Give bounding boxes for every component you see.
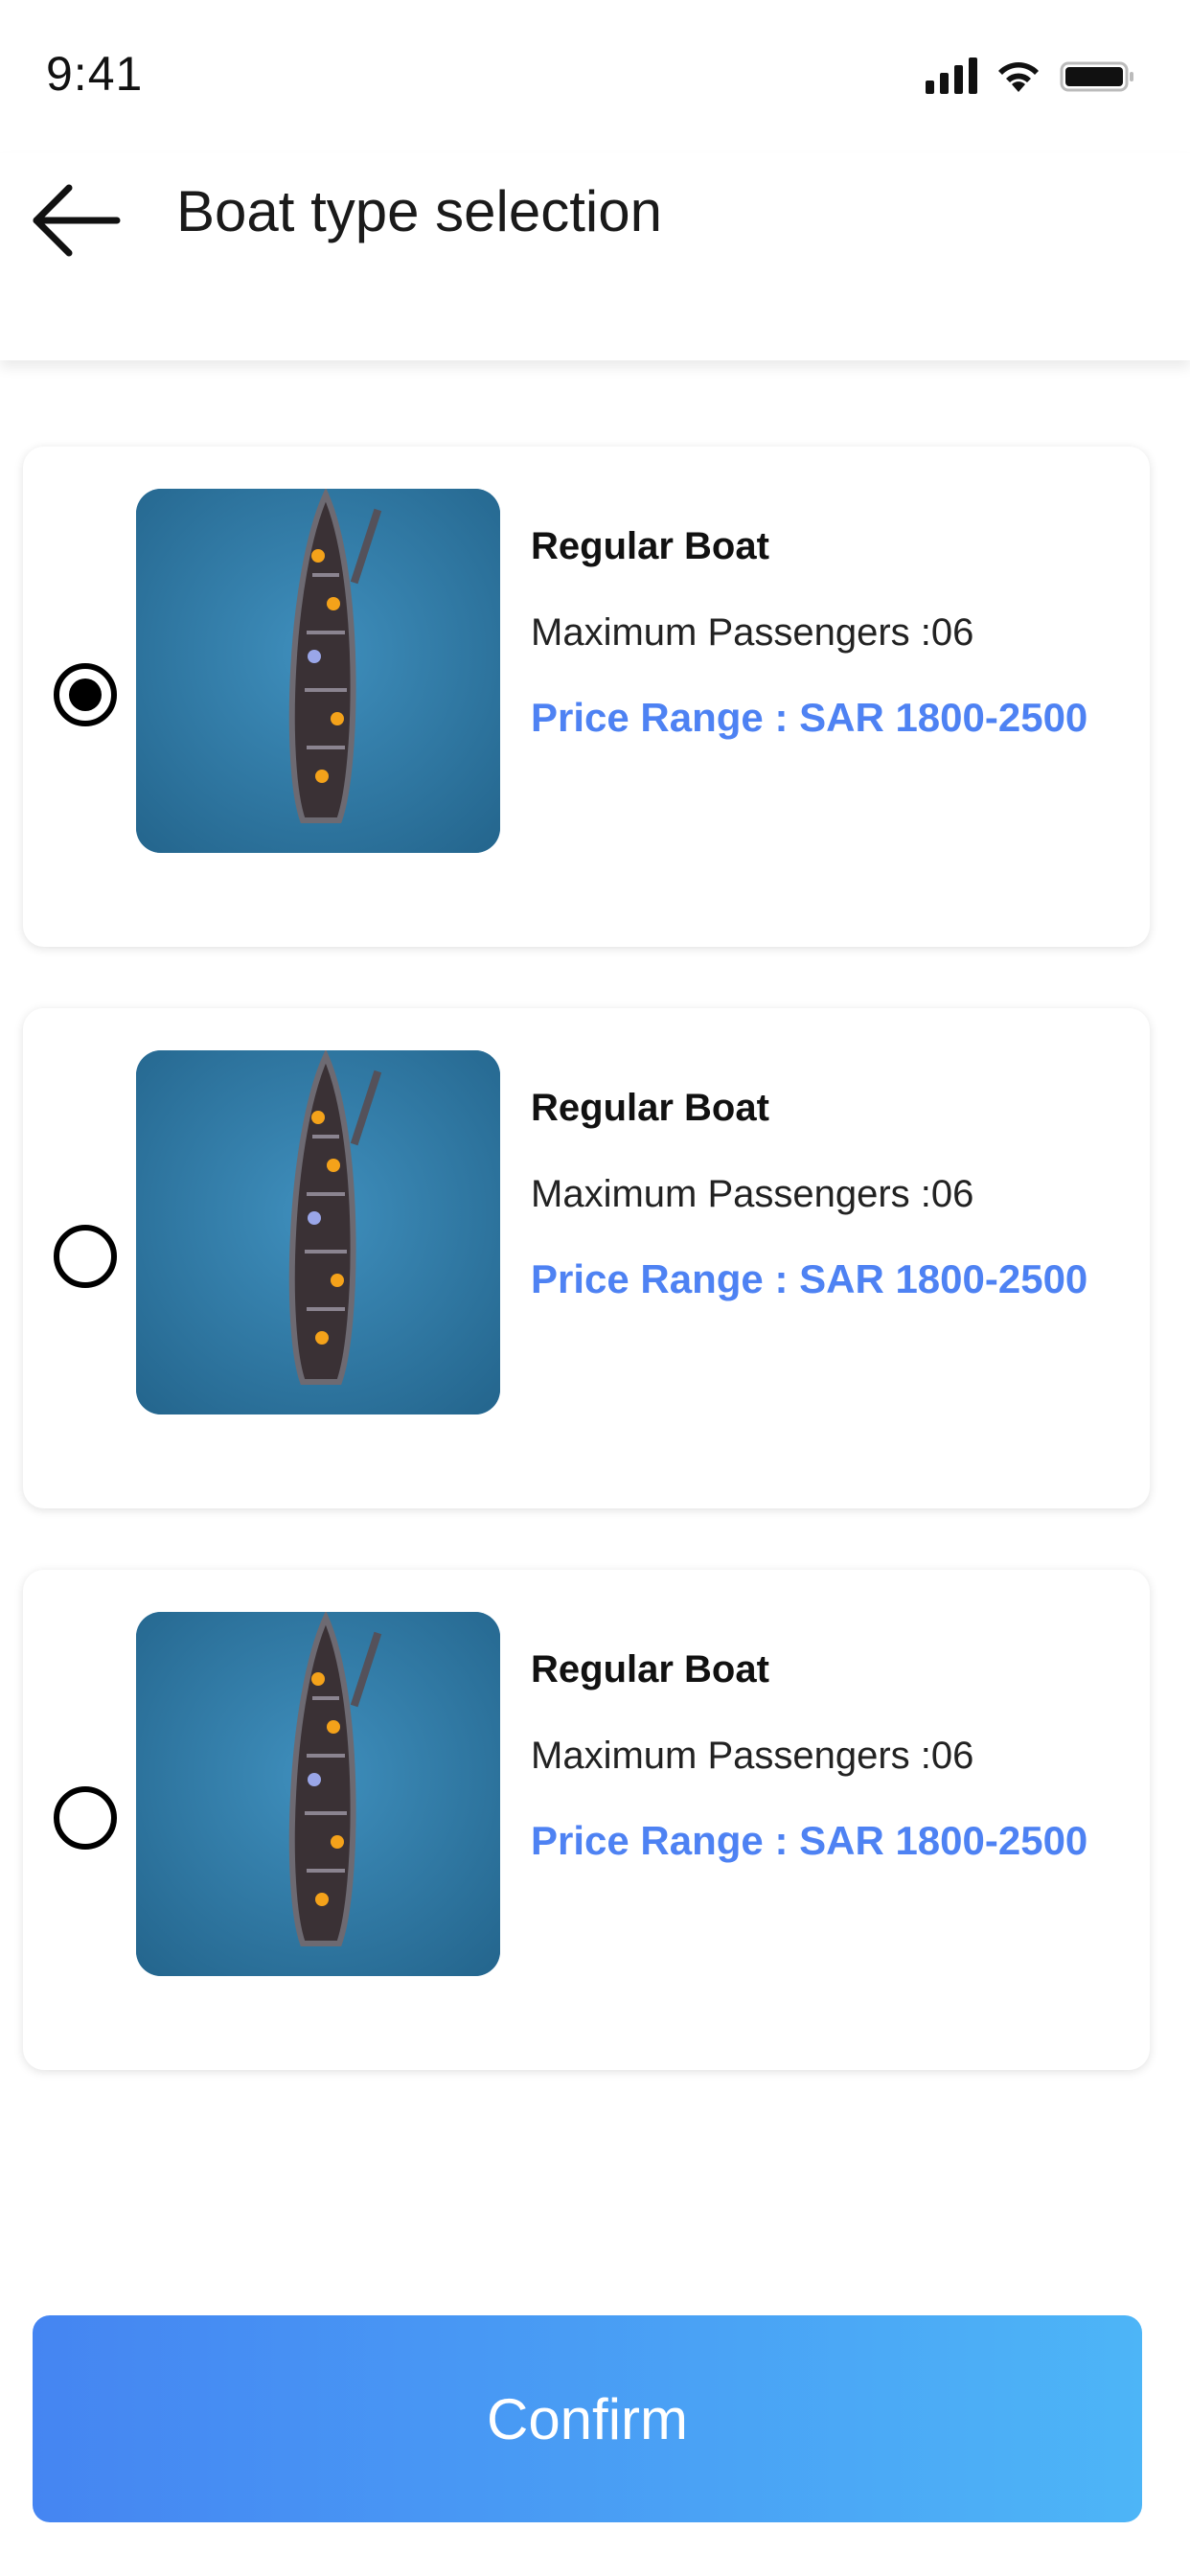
- boat-image: [136, 1050, 500, 1414]
- price-range: Price Range : SAR 1800-2500: [531, 695, 1088, 740]
- back-button[interactable]: [31, 174, 123, 266]
- boat-image: [136, 1612, 500, 1976]
- app-header: Boat type selection: [0, 153, 1190, 360]
- boat-image: [136, 489, 500, 853]
- boat-option-card[interactable]: Regular Boat Maximum Passengers :06 Pric…: [23, 1570, 1150, 2070]
- wifi-icon: [995, 58, 1042, 94]
- arrow-left-icon: [33, 184, 121, 257]
- radio-dot: [69, 678, 102, 711]
- boat-name: Regular Boat: [531, 1648, 769, 1690]
- boat-name: Regular Boat: [531, 525, 769, 567]
- boat-option-card[interactable]: Regular Boat Maximum Passengers :06 Pric…: [23, 1008, 1150, 1508]
- price-range: Price Range : SAR 1800-2500: [531, 1818, 1088, 1863]
- price-range: Price Range : SAR 1800-2500: [531, 1256, 1088, 1301]
- boat-name: Regular Boat: [531, 1087, 769, 1129]
- boat-info: Regular Boat Maximum Passengers :06 Pric…: [531, 523, 1087, 742]
- boat-info: Regular Boat Maximum Passengers :06 Pric…: [531, 1085, 1087, 1303]
- status-bar: 9:41: [0, 0, 1190, 153]
- max-passengers: Maximum Passengers :06: [531, 611, 974, 654]
- radio-button[interactable]: [54, 1225, 117, 1288]
- status-time: 9:41: [46, 47, 144, 101]
- max-passengers: Maximum Passengers :06: [531, 1173, 974, 1215]
- battery-icon: [1060, 58, 1136, 94]
- page-title: Boat type selection: [176, 179, 662, 243]
- boat-info: Regular Boat Maximum Passengers :06 Pric…: [531, 1646, 1087, 1865]
- max-passengers: Maximum Passengers :06: [531, 1735, 974, 1777]
- signal-icon: [926, 56, 977, 94]
- boat-option-card[interactable]: Regular Boat Maximum Passengers :06 Pric…: [23, 447, 1150, 947]
- boat-type-list: Regular Boat Maximum Passengers :06 Pric…: [23, 447, 1152, 2131]
- radio-button[interactable]: [54, 1786, 117, 1850]
- confirm-button[interactable]: Confirm: [33, 2315, 1142, 2522]
- radio-button-selected[interactable]: [54, 663, 117, 726]
- status-icons: [926, 56, 1136, 94]
